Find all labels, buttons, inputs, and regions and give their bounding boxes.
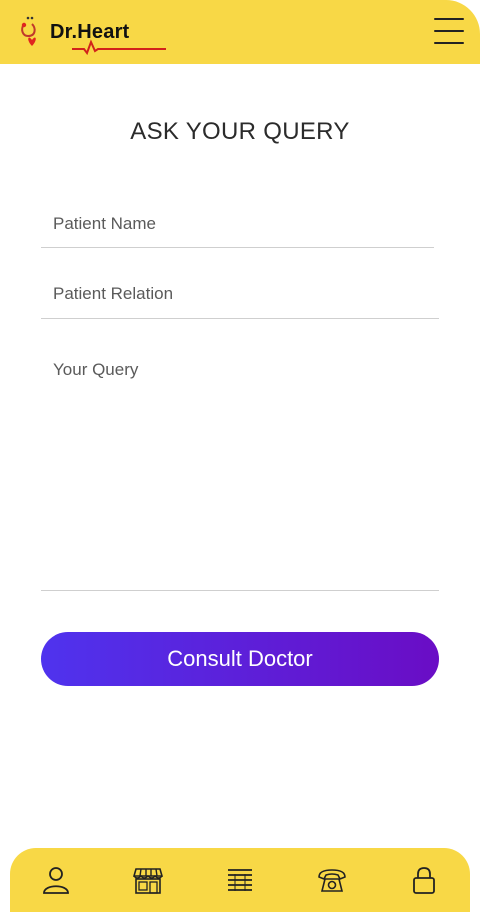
patient-relation-input[interactable] <box>41 270 439 319</box>
heartbeat-line-icon <box>72 38 166 55</box>
store-icon <box>133 868 163 894</box>
nav-profile[interactable] <box>33 857 79 903</box>
logo-text: Dr.Heart <box>50 21 166 55</box>
menu-line <box>434 30 464 32</box>
app-logo[interactable]: Dr.Heart <box>18 12 166 55</box>
app-header: Dr.Heart <box>0 0 480 64</box>
user-icon <box>43 867 69 894</box>
menu-line <box>434 18 464 20</box>
menu-line <box>434 42 464 44</box>
hamburger-menu-icon[interactable] <box>434 18 464 44</box>
nav-store[interactable] <box>125 857 171 903</box>
nav-contact[interactable] <box>309 857 355 903</box>
query-textarea[interactable] <box>41 346 439 591</box>
bottom-nav <box>10 848 470 912</box>
stethoscope-heart-icon <box>21 16 36 46</box>
phone-icon <box>318 869 346 892</box>
list-icon <box>228 869 252 891</box>
patient-name-input[interactable] <box>41 200 434 248</box>
consult-doctor-button[interactable]: Consult Doctor <box>41 632 439 686</box>
nav-list[interactable] <box>217 857 263 903</box>
nav-lock[interactable] <box>401 857 447 903</box>
page-title: ASK YOUR QUERY <box>130 118 350 145</box>
lock-icon <box>413 867 435 894</box>
